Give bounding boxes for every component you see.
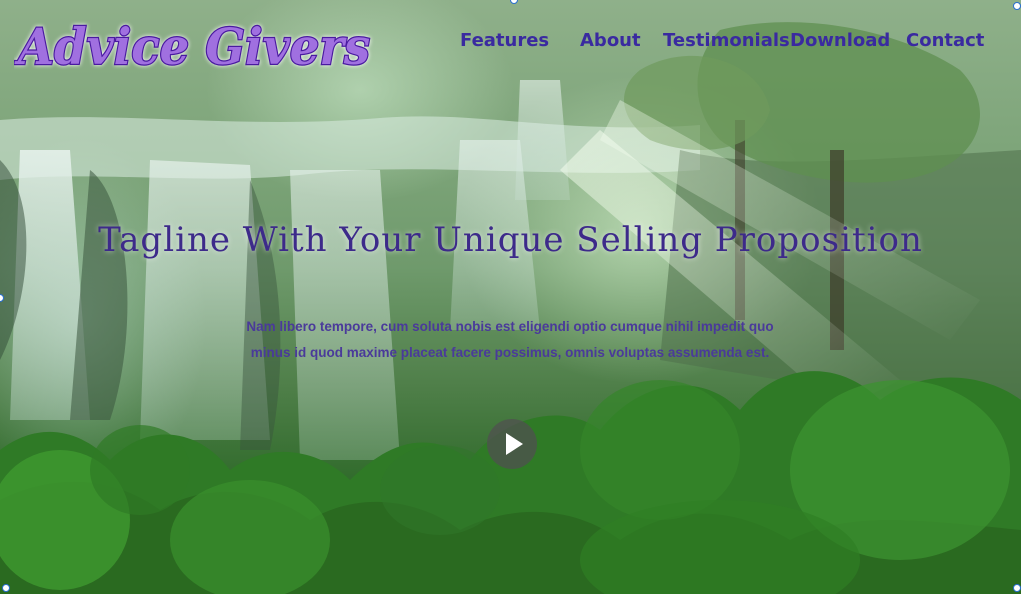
selection-handle-bottom-left[interactable] (2, 584, 10, 592)
nav-link-download[interactable]: Download (790, 28, 890, 54)
nav-link-contact[interactable]: Contact (906, 28, 984, 54)
hero-description-line-2: minus id quod maxime placeat facere poss… (250, 345, 770, 360)
nav-link-features[interactable]: Features (460, 28, 549, 54)
background-landscape-image (0, 22, 1021, 594)
selection-handle-bottom-right[interactable] (1013, 584, 1021, 592)
selection-handle-top-right[interactable] (1013, 2, 1021, 10)
hero-description-line-1: Nam libero tempore, cum soluta nobis est… (246, 319, 774, 334)
nav-link-about[interactable]: About (580, 28, 641, 54)
hero-description: Nam libero tempore, cum soluta nobis est… (210, 314, 810, 366)
main-nav: Features About Testimonials Download Con… (0, 28, 1021, 58)
play-icon (506, 433, 523, 455)
hero-section: Advice Givers Features About Testimonial… (0, 0, 1021, 594)
hero-tagline: Tagline With Your Unique Selling Proposi… (98, 220, 923, 260)
video-play-button[interactable] (487, 419, 537, 469)
nav-link-testimonials[interactable]: Testimonials (663, 28, 790, 54)
